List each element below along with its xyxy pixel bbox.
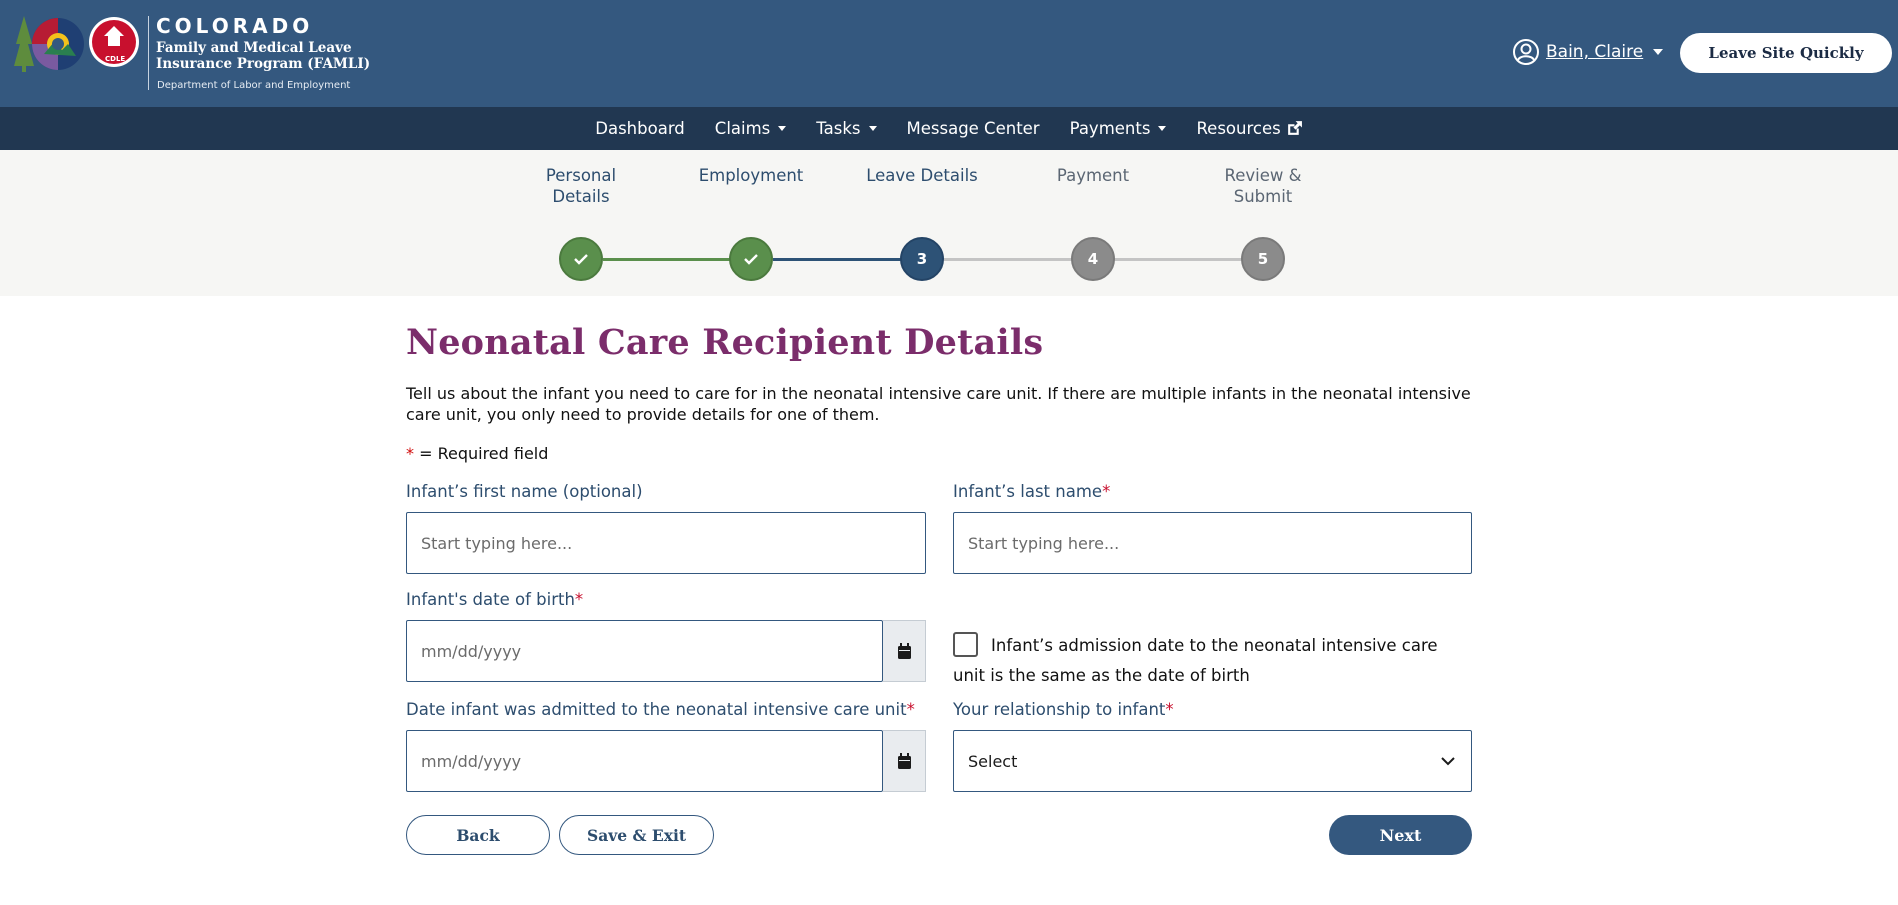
nav-label: Tasks xyxy=(816,119,861,138)
nav-label: Payments xyxy=(1069,119,1151,138)
nav-item-message-center[interactable]: Message Center xyxy=(892,119,1055,138)
calendar-icon xyxy=(897,752,911,769)
step-3-circle: 3 xyxy=(900,237,944,281)
logo-divider xyxy=(148,16,149,90)
nav-label: Message Center xyxy=(906,119,1040,138)
step-label-payment: Payment xyxy=(1023,165,1163,186)
step-label-line: Review & xyxy=(1224,166,1302,185)
main-nav: Dashboard Claims Tasks Message Center Pa… xyxy=(0,107,1898,150)
last-name-label: Infant’s last name* xyxy=(953,482,1110,501)
leave-site-quickly-button[interactable]: Leave Site Quickly xyxy=(1680,33,1892,73)
step-number: 4 xyxy=(1087,250,1099,268)
required-star: * xyxy=(1102,482,1111,501)
check-icon xyxy=(574,254,588,265)
required-star: * xyxy=(1165,700,1174,719)
admitted-date-label: Date infant was admitted to the neonatal… xyxy=(406,700,915,719)
user-name: Bain, Claire xyxy=(1546,42,1644,62)
step-4-circle: 4 xyxy=(1071,237,1115,281)
relationship-selected-value: Select xyxy=(968,751,1018,771)
step-label-line: Payment xyxy=(1056,166,1130,185)
next-button[interactable]: Next xyxy=(1329,815,1472,855)
last-name-label-text: Infant’s last name xyxy=(953,482,1103,501)
step-label-leave-details: Leave Details xyxy=(852,165,992,186)
step-label-personal-details: Personal Details xyxy=(511,165,651,207)
required-field-note: * = Required field xyxy=(406,444,548,463)
page-title: Neonatal Care Recipient Details xyxy=(406,322,1044,363)
step-label-line: Employment xyxy=(698,166,804,185)
user-menu-toggle[interactable]: Bain, Claire xyxy=(1512,38,1664,66)
famli-logo[interactable]: CDLE COLORADO Family and Medical Leave I… xyxy=(14,14,370,94)
check-icon xyxy=(744,254,758,265)
required-star: * xyxy=(574,590,584,609)
first-name-label-text: Infant’s first name (optional) xyxy=(406,482,643,501)
colorado-logo-icon xyxy=(14,16,139,72)
back-button[interactable]: Back xyxy=(406,815,550,855)
cdle-badge-text: CDLE xyxy=(105,55,126,63)
brand-department: Department of Labor and Employment xyxy=(157,80,351,91)
step-label-review-submit: Review & Submit xyxy=(1193,165,1333,207)
admitted-date-input[interactable] xyxy=(406,730,883,792)
dob-calendar-button[interactable] xyxy=(883,620,926,682)
same-date-checkbox-label[interactable]: Infant’s admission date to the neonatal … xyxy=(953,631,1473,691)
first-name-label: Infant’s first name (optional) xyxy=(406,482,643,501)
nav-item-tasks[interactable]: Tasks xyxy=(801,119,891,138)
admitted-date-calendar-button[interactable] xyxy=(883,730,926,792)
relationship-label: Your relationship to infant* xyxy=(953,700,1174,719)
dob-label-text: Infant's date of birth xyxy=(406,590,575,609)
chevron-down-icon xyxy=(868,126,877,131)
brand-state: COLORADO xyxy=(156,14,314,38)
save-exit-button[interactable]: Save & Exit xyxy=(559,815,714,855)
nav-item-claims[interactable]: Claims xyxy=(700,119,801,138)
step-label-line: Personal xyxy=(545,166,617,185)
chevron-down-icon xyxy=(1653,49,1664,55)
step-label-line: Submit xyxy=(1233,187,1293,206)
step-1-circle xyxy=(559,237,603,281)
step-number: 3 xyxy=(916,250,928,268)
calendar-icon xyxy=(897,642,911,659)
nav-item-resources[interactable]: Resources xyxy=(1181,119,1317,138)
nav-label: Dashboard xyxy=(595,119,685,138)
dob-input[interactable] xyxy=(406,620,883,682)
step-number: 5 xyxy=(1257,250,1269,268)
required-note-text: = Required field xyxy=(419,444,549,463)
required-star: * xyxy=(906,700,915,719)
last-name-input[interactable] xyxy=(953,512,1472,574)
nav-item-payments[interactable]: Payments xyxy=(1055,119,1182,138)
nav-label: Resources xyxy=(1196,119,1281,138)
step-label-line: Leave Details xyxy=(866,166,978,185)
chevron-down-icon xyxy=(778,126,787,131)
chevron-down-icon xyxy=(1441,756,1455,765)
required-star: * xyxy=(406,444,414,463)
step-2-circle xyxy=(729,237,773,281)
user-circle-icon xyxy=(1513,39,1539,65)
first-name-input[interactable] xyxy=(406,512,926,574)
intro-text: Tell us about the infant you need to car… xyxy=(406,384,1471,424)
external-link-icon xyxy=(1287,121,1302,135)
dob-label: Infant's date of birth* xyxy=(406,590,583,609)
step-label-line: Details xyxy=(552,187,610,206)
nav-item-dashboard[interactable]: Dashboard xyxy=(580,119,700,138)
relationship-select[interactable]: Select xyxy=(953,730,1472,792)
nav-label: Claims xyxy=(714,119,771,138)
relationship-label-text: Your relationship to infant xyxy=(953,700,1166,719)
step-label-employment: Employment xyxy=(681,165,821,186)
site-header: CDLE COLORADO Family and Medical Leave I… xyxy=(0,0,1898,107)
brand-program: Family and Medical Leave Insurance Progr… xyxy=(156,40,371,72)
chevron-down-icon xyxy=(1158,126,1167,131)
step-5-circle: 5 xyxy=(1241,237,1285,281)
admitted-date-label-text: Date infant was admitted to the neonatal… xyxy=(406,700,907,719)
